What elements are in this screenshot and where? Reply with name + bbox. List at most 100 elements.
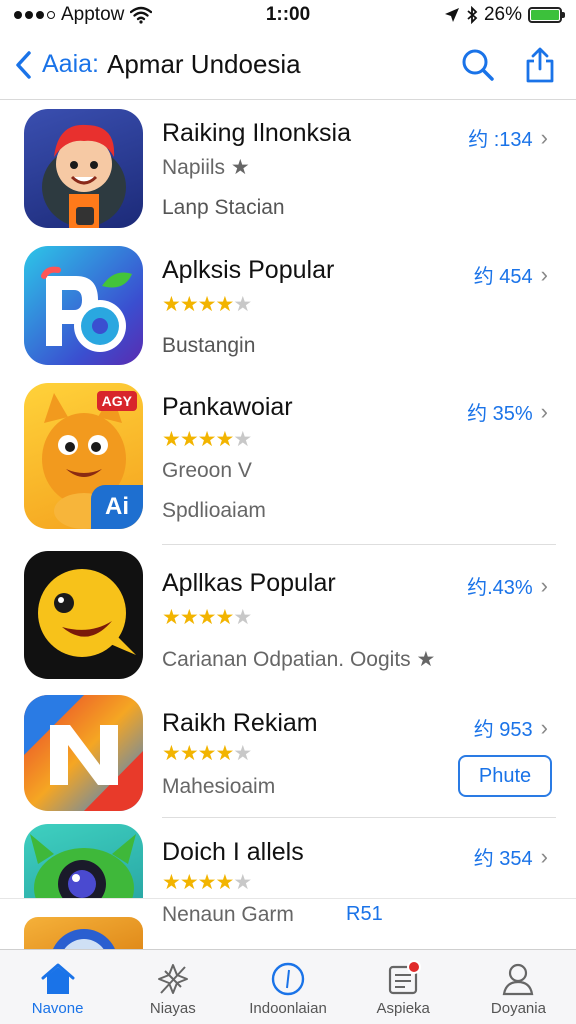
app-title: Doich I allels xyxy=(162,838,304,866)
wifi-icon xyxy=(130,6,153,24)
price-label: 约.43% xyxy=(467,577,533,599)
app-price[interactable]: 约 354 › xyxy=(474,842,548,871)
star-icon: ★ xyxy=(197,871,217,894)
list-item[interactable]: Aplksis Popular ★★★★★ Bustangin 约 454 › xyxy=(0,238,576,375)
app-badge-label: AGY xyxy=(96,391,137,411)
app-subtitle: Napiils ★ xyxy=(162,156,250,179)
app-icon-cartoon-boy[interactable] xyxy=(24,109,143,228)
house-icon xyxy=(38,960,78,998)
star-icon: ★ xyxy=(179,742,199,765)
app-rating: ★★★★★ xyxy=(162,870,252,895)
app-icon-orange-cat[interactable]: AGY Ai xyxy=(24,383,143,529)
tab-label: Niayas xyxy=(149,1000,196,1017)
search-icon[interactable] xyxy=(456,43,500,87)
star-icon: ★ xyxy=(179,428,199,451)
star-icon: ★ xyxy=(215,606,234,629)
app-subtitle: Nenaun Garm xyxy=(162,903,294,926)
app-icon-pg-logo[interactable] xyxy=(24,246,143,365)
chevron-right-icon: › xyxy=(540,261,548,287)
app-list: Raiking Ilnonksia Napiils ★ Lanp Stacian… xyxy=(0,101,576,949)
app-corner-label: Ai xyxy=(91,485,143,529)
star-icon: ★ xyxy=(162,742,181,765)
app-title: Raiking Ilnonksia xyxy=(162,119,351,147)
app-category: Lanp Stacian xyxy=(162,196,285,219)
app-category: Bustangin xyxy=(162,334,256,357)
status-right: 26% xyxy=(362,4,565,26)
carrier-label: Apptow xyxy=(61,4,125,25)
chevron-right-icon: › xyxy=(540,572,548,598)
tab-apps[interactable]: Aspieka xyxy=(346,950,461,1024)
app-category: Carianan Odpatian. Oogits ★ xyxy=(162,648,436,671)
app-subtitle: Greoon V xyxy=(162,459,252,482)
app-icon-colorful-n[interactable] xyxy=(24,695,143,811)
star-icon: ★ xyxy=(215,742,234,765)
star-icon: ★ xyxy=(233,871,252,894)
star-icon: ★ xyxy=(233,742,252,765)
tab-label: Aspieka xyxy=(376,1000,430,1017)
app-price[interactable]: 约 953 › xyxy=(474,713,548,742)
list-item[interactable]: AGY Ai Pankawoiar ★★★★★ Greoon V Spdlioa… xyxy=(0,375,576,545)
app-rating: ★★★★★ xyxy=(162,605,252,630)
back-chevron-icon[interactable] xyxy=(14,48,38,82)
page-title: Apmar Undoesia xyxy=(106,49,301,79)
status-time: 1::00 xyxy=(265,4,311,25)
star-icon: ★ xyxy=(179,606,199,629)
star-icon: ★ xyxy=(197,606,217,629)
battery-percent: 26% xyxy=(483,4,522,25)
star-icon: ★ xyxy=(215,293,234,316)
app-tag: R51 xyxy=(346,903,383,925)
chevron-right-icon: › xyxy=(540,124,548,150)
list-item[interactable]: Doich I allels ★★★★★ 约 354 › xyxy=(0,818,576,924)
compass-icon xyxy=(268,960,308,998)
app-title: Aplksis Popular xyxy=(162,256,335,284)
star-icon: ★ xyxy=(179,871,199,894)
app-price[interactable]: 约 454 › xyxy=(474,260,548,289)
list-item[interactable]: Apllkas Popular ★★★★★ Carianan Odpatian.… xyxy=(0,545,576,693)
tab-indonesia[interactable]: Indoonlaian xyxy=(230,950,345,1024)
star-icon: ★ xyxy=(162,293,181,316)
app-price[interactable]: 约 :134 › xyxy=(468,123,548,152)
app-category: Mahesioaim xyxy=(162,775,276,798)
status-left: Apptow xyxy=(14,4,214,26)
tab-label: Navone xyxy=(31,1000,84,1017)
list-item[interactable]: Raiking Ilnonksia Napiils ★ Lanp Stacian… xyxy=(0,101,576,238)
tab-label: Doyania xyxy=(490,1000,546,1017)
star-icon: ★ xyxy=(179,293,199,316)
back-button[interactable]: Aaia: xyxy=(42,50,99,79)
app-category: Spdlioaiam xyxy=(162,499,266,522)
app-icon-partial[interactable] xyxy=(24,917,143,949)
star-icon: ★ xyxy=(197,428,217,451)
bluetooth-icon xyxy=(467,6,478,24)
star-icon: ★ xyxy=(162,428,181,451)
chevron-right-icon: › xyxy=(540,714,548,740)
signal-dots-icon xyxy=(14,11,55,19)
list-item[interactable]: Raikh Rekiam ★★★★★ Mahesioaim 约 953 › Phu… xyxy=(0,693,576,818)
star-icon: ★ xyxy=(233,606,252,629)
document-icon xyxy=(383,960,423,998)
app-price[interactable]: 约 35% › xyxy=(467,397,548,426)
battery-icon xyxy=(528,7,565,23)
star-icon: ★ xyxy=(233,293,252,316)
app-icon-yellow-smiley[interactable] xyxy=(24,551,143,679)
person-icon xyxy=(498,960,538,998)
price-label: 约 35% xyxy=(467,403,533,425)
tab-label: Indoonlaian xyxy=(249,1000,327,1017)
tab-games[interactable]: Niayas xyxy=(115,950,230,1024)
list-item-partial[interactable]: Nenaun Garm R51 xyxy=(0,898,576,949)
price-label: 约 :134 xyxy=(468,129,533,151)
get-button[interactable]: Phute xyxy=(458,755,552,797)
price-label: 约 454 xyxy=(473,266,533,288)
app-title: Raikh Rekiam xyxy=(162,709,318,737)
tab-home[interactable]: Navone xyxy=(0,950,115,1024)
chevron-right-icon: › xyxy=(540,398,548,424)
app-rating: ★★★★★ xyxy=(162,427,252,452)
status-bar: Apptow 1::00 26% xyxy=(0,0,576,30)
app-price[interactable]: 约.43% › xyxy=(467,571,548,600)
star-icon: ★ xyxy=(233,428,252,451)
share-icon[interactable] xyxy=(518,43,562,87)
navigation-bar: Aaia: Apmar Undoesia xyxy=(0,30,576,100)
price-label: 约 953 xyxy=(473,719,533,741)
app-rating: ★★★★★ xyxy=(162,292,252,317)
tab-account[interactable]: Doyania xyxy=(461,950,576,1024)
location-arrow-icon xyxy=(444,8,459,22)
